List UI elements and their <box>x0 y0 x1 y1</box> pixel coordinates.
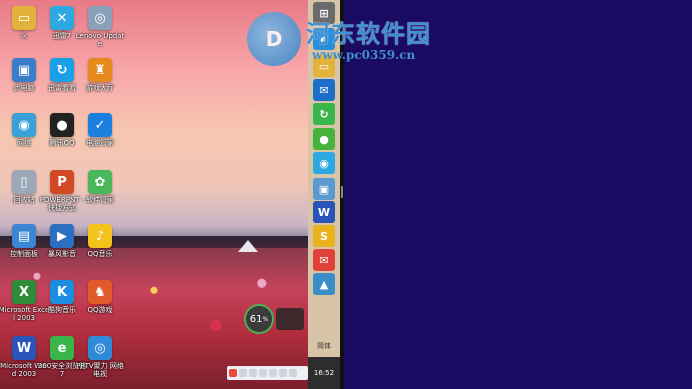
gauge-value: 61 <box>249 313 263 325</box>
punctuation-icon[interactable] <box>249 369 257 377</box>
desktop-icon[interactable]: ♞ QQ游戏 <box>74 278 126 330</box>
app-icon: e <box>50 336 74 360</box>
desktop-icon-label: 软件管家 <box>86 196 114 204</box>
desktop-icon-label: Lenovo Update <box>75 32 125 48</box>
mail-red-icon[interactable]: ✉ <box>313 249 335 271</box>
photos-icon[interactable]: ▲ <box>313 273 335 295</box>
desktop-icon-label: QQ音乐 <box>87 250 113 258</box>
app-icon: K <box>50 280 74 304</box>
app-icon: ◉ <box>12 113 36 137</box>
app-icon: ▶ <box>50 224 74 248</box>
desktop-icon-label: 游戏大厅 <box>86 84 114 92</box>
gauge-panel <box>276 308 304 330</box>
keyboard-icon[interactable] <box>269 369 277 377</box>
app-icon: ▭ <box>12 6 36 30</box>
app-icon: ✓ <box>88 113 112 137</box>
sogou-icon[interactable] <box>229 369 237 377</box>
app-icon: ◎ <box>88 6 112 30</box>
app-icon: ✿ <box>88 170 112 194</box>
app-icon: W <box>12 336 36 360</box>
app-icon: ▯ <box>12 170 36 194</box>
desktop-icon[interactable]: ◎ PPTV聚力 网络电视 <box>74 334 126 386</box>
sogou-ime-bar[interactable] <box>227 366 308 380</box>
desktop-icon[interactable]: ♪ QQ音乐 <box>74 222 126 274</box>
clock[interactable]: 16:52 <box>308 357 340 389</box>
app-icon: ▣ <box>12 58 36 82</box>
settings-icon[interactable] <box>289 369 297 377</box>
app-icon: ◎ <box>88 336 112 360</box>
desktop-icon[interactable]: ✓ 电脑管家 <box>74 111 126 163</box>
desktop-icon-label: PPTV聚力 网络电视 <box>76 362 124 378</box>
mail-icon[interactable]: ✉ <box>313 79 335 101</box>
network-icon[interactable]: ▣ <box>313 178 335 200</box>
desktop-icon-label: 电脑管家 <box>86 139 114 147</box>
app-icon: X <box>12 280 36 304</box>
word-icon[interactable]: W <box>313 201 335 223</box>
app-icon: ● <box>50 113 74 137</box>
app-icon: ✕ <box>50 6 74 30</box>
app-icon: ↻ <box>50 58 74 82</box>
desktop-icon[interactable]: ✿ 软件管家 <box>74 168 126 220</box>
app-icon: ♜ <box>88 58 112 82</box>
app-icon: ▤ <box>12 224 36 248</box>
emoji-icon[interactable] <box>259 369 267 377</box>
watermark-url: www.pc0359.cn <box>312 48 416 62</box>
watermark-logo: D <box>247 12 301 66</box>
watermark-title: 河东软件园 <box>306 19 431 48</box>
app-icon: ♪ <box>88 224 112 248</box>
wps-icon[interactable]: S <box>313 225 335 247</box>
desktop-icon[interactable]: ◎ Lenovo Update <box>74 4 126 56</box>
app-icon: ♞ <box>88 280 112 304</box>
360-icon[interactable]: ↻ <box>313 103 335 125</box>
gauge-unit: % <box>262 315 269 323</box>
bomb-icon[interactable]: ● <box>313 128 335 150</box>
app-icon: P <box>50 170 74 194</box>
desktop-icon[interactable]: ♜ 游戏大厅 <box>74 56 126 108</box>
ime-mode-icon[interactable] <box>239 369 247 377</box>
performance-gauge[interactable]: 61% <box>244 304 274 334</box>
desktop-icon-label: QQ游戏 <box>87 306 113 314</box>
splitter-grip-icon[interactable] <box>341 186 343 198</box>
user-icon[interactable] <box>279 369 287 377</box>
qq-browser-icon[interactable]: ◉ <box>313 152 335 174</box>
ime-indicator[interactable]: 简体 <box>308 341 340 351</box>
